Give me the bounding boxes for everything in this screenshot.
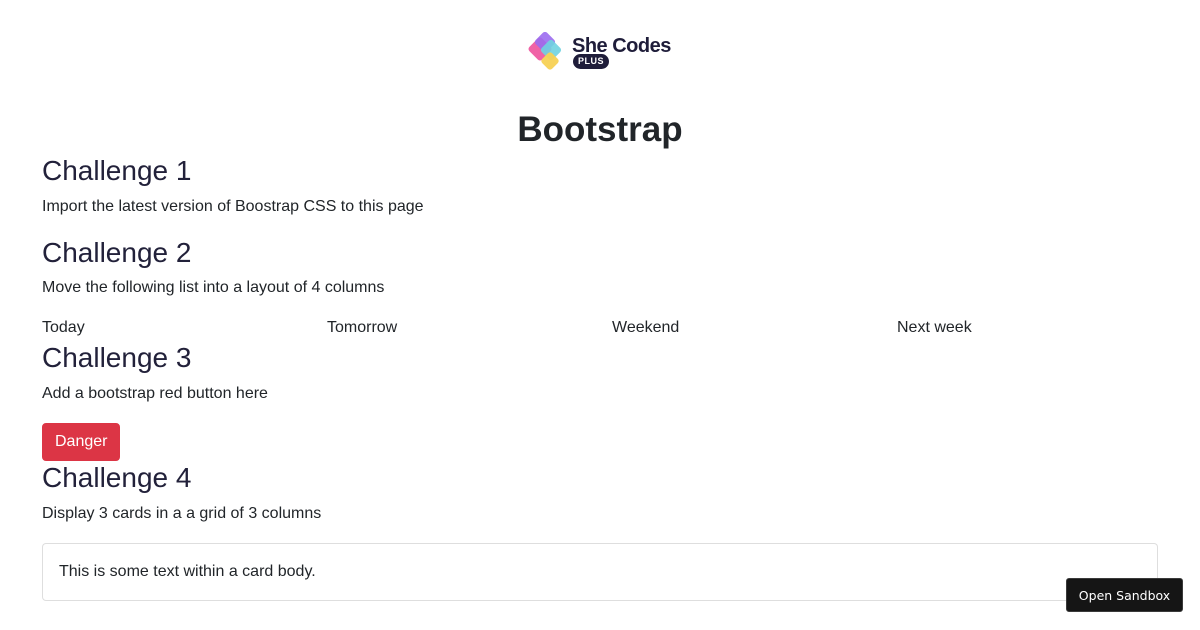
challenge-1: Challenge 1 Import the latest version of… <box>42 151 1158 219</box>
challenge-2: Challenge 2 Move the following list into… <box>42 233 1158 300</box>
challenge-1-heading: Challenge 1 <box>42 155 192 186</box>
open-sandbox-button[interactable]: Open Sandbox <box>1066 578 1183 612</box>
danger-button-wrapper: Danger <box>42 423 1158 461</box>
list-item-weekend: Weekend <box>612 319 680 336</box>
challenge-4: Challenge 4 Display 3 cards in a a grid … <box>42 458 1158 526</box>
she-codes-logo: She Codes PLUS <box>527 32 672 74</box>
card: This is some text within a card body. <box>42 543 1158 601</box>
challenge-3-description: Add a bootstrap red button here <box>42 385 268 402</box>
challenge-2-heading: Challenge 2 <box>42 237 192 268</box>
challenge-1-description: Import the latest version of Boostrap CS… <box>42 198 424 215</box>
danger-button[interactable]: Danger <box>42 423 121 461</box>
list-item-today: Today <box>42 319 85 336</box>
list-item-next-week: Next week <box>897 319 972 336</box>
challenge-2-description: Move the following list into a layout of… <box>42 279 385 296</box>
she-codes-diamond-icon <box>528 32 562 70</box>
challenge-3: Challenge 3 Add a bootstrap red button h… <box>42 338 1158 406</box>
page-title: Bootstrap <box>517 110 683 149</box>
challenge-3-heading: Challenge 3 <box>42 342 192 373</box>
card-body-text: This is some text within a card body. <box>59 563 316 580</box>
challenge-4-description: Display 3 cards in a a grid of 3 columns <box>42 505 322 522</box>
list-item-tomorrow: Tomorrow <box>327 319 398 336</box>
logo-plus-badge: PLUS <box>573 54 609 69</box>
four-column-list: Today Tomorrow Weekend Next week <box>42 318 1158 338</box>
challenge-4-heading: Challenge 4 <box>42 462 192 493</box>
